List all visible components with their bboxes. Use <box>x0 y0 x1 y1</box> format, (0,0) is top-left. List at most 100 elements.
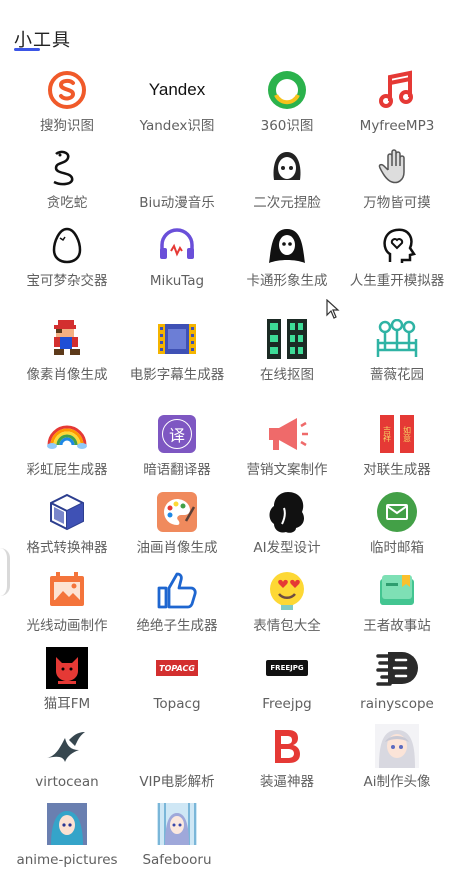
tool-ai-avatar[interactable]: Ai制作头像 <box>342 720 452 798</box>
tool-myfreemp3[interactable]: MyfreeMP3 <box>342 64 452 141</box>
tool-label: 对联生成器 <box>363 462 431 478</box>
tool-label: anime-pictures <box>16 852 118 868</box>
tool-label: VIP电影解析 <box>139 774 215 790</box>
tool-anime-pictures[interactable]: anime-pictures <box>12 798 122 888</box>
drawer-handle[interactable] <box>0 548 10 596</box>
mouse-cursor-icon <box>326 299 340 319</box>
tool-label: 卡通形象生成 <box>246 273 328 289</box>
tool-label: 装逼神器 <box>260 774 314 790</box>
emoji-icon <box>265 568 309 612</box>
tool-mikutag[interactable]: MikuTag <box>122 219 232 313</box>
tool-label: 彩虹屁生成器 <box>26 462 108 478</box>
tool-life-restart[interactable]: 人生重开模拟器 <box>342 219 452 313</box>
tool-biu[interactable]: Biu动漫音乐 <box>122 141 232 219</box>
megaphone-icon <box>265 412 309 456</box>
tool-pixel-portrait[interactable]: 像素肖像生成 <box>12 313 122 408</box>
couplet-right: 如意 <box>400 415 414 453</box>
image-frame-icon <box>45 568 89 612</box>
tool-freejpg[interactable]: FREEJPG Freejpg <box>232 642 342 720</box>
tool-label: rainyscope <box>360 696 434 712</box>
tool-virtocean[interactable]: virtocean <box>12 720 122 798</box>
hair-icon <box>265 490 309 534</box>
tool-juejuezi[interactable]: 绝绝子生成器 <box>122 564 232 642</box>
tool-label: Topacg <box>153 696 201 712</box>
tool-label: Yandex识图 <box>139 118 215 134</box>
music-note-icon <box>375 68 419 112</box>
tool-safebooru[interactable]: Safebooru <box>122 798 232 888</box>
couplet-left: 吉祥 <box>380 415 394 453</box>
tool-label: Ai制作头像 <box>363 774 431 790</box>
cat-fm-icon <box>45 646 89 690</box>
tool-rainyscope[interactable]: rainyscope <box>342 642 452 720</box>
tool-label: 人生重开模拟器 <box>349 273 445 289</box>
tool-label: MyfreeMP3 <box>359 118 435 134</box>
tool-touch[interactable]: 万物皆可摸 <box>342 141 452 219</box>
tool-label: 光线动画制作 <box>26 618 108 634</box>
snake-icon <box>45 145 89 189</box>
tool-snake[interactable]: 贪吃蛇 <box>12 141 122 219</box>
tool-label: Safebooru <box>142 852 212 868</box>
tool-label: MikuTag <box>149 273 205 289</box>
tool-temp-mail[interactable]: 临时邮箱 <box>342 486 452 564</box>
tool-rose-garden[interactable]: 蔷薇花园 <box>342 313 452 408</box>
tool-label: 在线抠图 <box>260 367 314 383</box>
tool-label: 蔷薇花园 <box>370 367 424 383</box>
letter-b-icon <box>265 724 309 768</box>
tool-sogou[interactable]: 搜狗识图 <box>12 64 122 141</box>
tool-label: Freejpg <box>262 696 312 712</box>
tool-format-convert[interactable]: 格式转换神器 <box>12 486 122 564</box>
tool-yandex[interactable]: Yandex Yandex识图 <box>122 64 232 141</box>
tool-label: 万物皆可摸 <box>363 195 431 211</box>
tool-marketing[interactable]: 营销文案制作 <box>232 408 342 486</box>
topacg-logo: TOPACG <box>156 660 198 676</box>
tool-cipher[interactable]: 译 暗语翻译器 <box>122 408 232 486</box>
tool-360[interactable]: 360识图 <box>232 64 342 141</box>
tool-label: 暗语翻译器 <box>143 462 211 478</box>
tool-topacg[interactable]: TOPACG Topacg <box>122 642 232 720</box>
topacg-icon: TOPACG <box>155 646 199 690</box>
hand-icon <box>375 145 419 189</box>
film-icon <box>155 317 199 361</box>
tool-pokemon[interactable]: 宝可梦杂交器 <box>12 219 122 313</box>
film-strips-icon <box>265 317 309 361</box>
tool-label: 像素肖像生成 <box>26 367 108 383</box>
tool-label: 贪吃蛇 <box>46 195 88 211</box>
tool-emoji[interactable]: 表情包大全 <box>232 564 342 642</box>
book-icon <box>375 568 419 612</box>
tool-label: 搜狗识图 <box>40 118 94 134</box>
thumbs-up-icon <box>155 568 199 612</box>
tool-label: 格式转换神器 <box>26 540 108 556</box>
rainbow-icon <box>45 412 89 456</box>
tool-king-story[interactable]: 王者故事站 <box>342 564 452 642</box>
tool-rainbow[interactable]: 彩虹屁生成器 <box>12 408 122 486</box>
tool-label: AI发型设计 <box>253 540 321 556</box>
tool-maoer-fm[interactable]: 猫耳FM <box>12 642 122 720</box>
cartoon-ghost-icon <box>265 223 309 267</box>
freejpg-icon: FREEJPG <box>265 646 309 690</box>
anime-face-icon <box>265 145 309 189</box>
freejpg-logo: FREEJPG <box>266 660 308 676</box>
birds-icon <box>45 724 89 768</box>
yandex-logo-text: Yandex <box>148 80 206 99</box>
tool-couplet[interactable]: 吉祥 如意 对联生成器 <box>342 408 452 486</box>
biu-icon <box>155 145 199 189</box>
rainyscope-icon <box>375 646 419 690</box>
tool-vip-movie[interactable]: VIP电影解析 <box>122 720 232 798</box>
sogou-icon <box>45 68 89 112</box>
tool-zhuangbi[interactable]: 装逼神器 <box>232 720 342 798</box>
tool-light-animation[interactable]: 光线动画制作 <box>12 564 122 642</box>
tool-label: 绝绝子生成器 <box>136 618 218 634</box>
pixel-mario-icon <box>45 317 89 361</box>
anime-avatar-icon <box>375 724 419 768</box>
tool-label: Biu动漫音乐 <box>139 195 215 211</box>
tool-movie-subtitle[interactable]: 电影字幕生成器 <box>122 313 232 408</box>
tool-label: 二次元捏脸 <box>253 195 321 211</box>
tools-grid: 搜狗识图 Yandex Yandex识图 360识图 MyfreeMP3 贪吃蛇… <box>12 64 452 888</box>
egg-icon <box>45 223 89 267</box>
tool-ai-hair[interactable]: AI发型设计 <box>232 486 342 564</box>
tool-oil-painting[interactable]: 油画肖像生成 <box>122 486 232 564</box>
tool-label: 油画肖像生成 <box>136 540 218 556</box>
tool-label: 电影字幕生成器 <box>129 367 225 383</box>
tool-anime-face[interactable]: 二次元捏脸 <box>232 141 342 219</box>
tool-cutout[interactable]: 在线抠图 <box>232 313 342 408</box>
